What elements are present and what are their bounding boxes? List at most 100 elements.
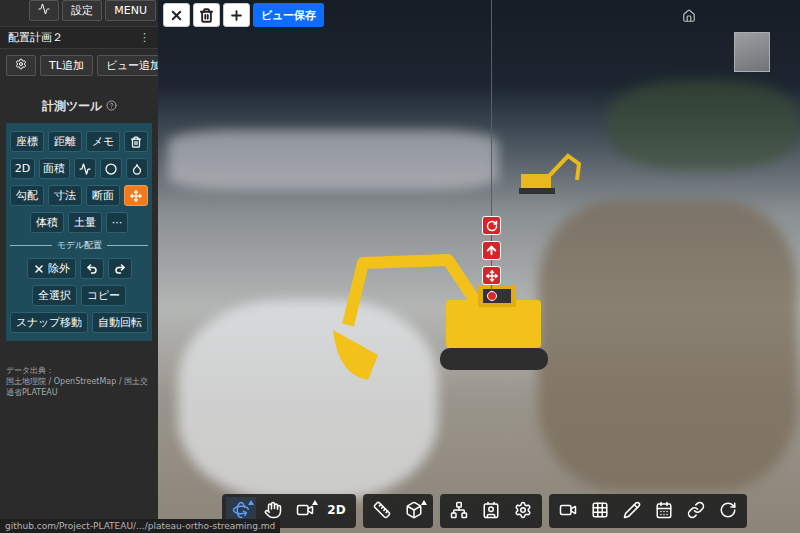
lift-gizmo-button[interactable]: [482, 241, 501, 260]
circle-icon: [105, 163, 117, 175]
toolbar-button[interactable]: [553, 497, 583, 525]
tool-button[interactable]: 面積: [39, 158, 70, 179]
model-row: 除外: [10, 258, 148, 279]
rotate-icon: [486, 220, 498, 232]
scene-bridge: [168, 130, 498, 190]
rotate-gizmo-button[interactable]: [482, 216, 501, 235]
toolbar-button[interactable]: [508, 497, 538, 525]
undo-icon: [86, 263, 98, 275]
chart-icon: [79, 163, 91, 175]
tool-button[interactable]: 2D: [10, 158, 35, 179]
credit: データ出典：国土地理院 / OpenStreetMap / 国土交通省PLATE…: [6, 365, 152, 399]
toolbar-button[interactable]: [585, 497, 615, 525]
top-button[interactable]: 設定: [62, 0, 102, 21]
sidebar: 設定MENU配置計画２⋮TL追加ビュー追加計測ツール座標距離メモ2D面積勾配寸法…: [0, 0, 158, 533]
toolbar-button[interactable]: [617, 497, 647, 525]
refresh-icon: [719, 501, 737, 519]
top-buttons: 設定MENU: [0, 0, 158, 21]
link-icon: [687, 501, 705, 519]
menu-indicator: [248, 500, 254, 505]
tool-button[interactable]: ···: [106, 212, 129, 233]
model-button[interactable]: 全選択: [32, 285, 77, 306]
plan-row[interactable]: 配置計画２ ⋮: [0, 26, 158, 49]
gizmo: [482, 216, 501, 285]
close-button[interactable]: [163, 3, 190, 27]
section-title: 計測ツール: [0, 98, 158, 115]
toolbar-button[interactable]: [713, 497, 743, 525]
tool-button[interactable]: [126, 158, 148, 179]
toolbar-button[interactable]: [367, 497, 397, 525]
menu-indicator: [312, 500, 318, 505]
tool-button[interactable]: [100, 158, 122, 179]
close-icon: [169, 8, 184, 23]
move-gizmo-button[interactable]: [482, 266, 501, 285]
model-button[interactable]: [108, 258, 132, 279]
toolbar-button[interactable]: [399, 497, 429, 525]
model-section: モデル配置: [10, 239, 148, 252]
model-row: スナップ移動自動回転: [10, 312, 148, 333]
help-icon[interactable]: [106, 100, 117, 114]
menu-indicator: [421, 500, 427, 505]
status-url: github.com/Project-PLATEAU/.../plateau-o…: [0, 519, 280, 533]
plan-menu[interactable]: ⋮: [139, 31, 150, 44]
save-view-button[interactable]: ビュー保存: [253, 3, 324, 27]
model-button[interactable]: コピー: [81, 285, 126, 306]
top-toolbar: ビュー保存: [163, 3, 324, 27]
tool-row: 勾配寸法断面: [10, 185, 148, 206]
tool-button[interactable]: 寸法: [48, 185, 82, 206]
toolbar-group: [363, 494, 433, 528]
top-button[interactable]: MENU: [105, 0, 156, 21]
tool-button[interactable]: [74, 158, 96, 179]
tool-button[interactable]: 土量: [68, 212, 102, 233]
model-button[interactable]: スナップ移動: [10, 312, 88, 333]
tool-button[interactable]: 断面: [86, 185, 120, 206]
tool-panel: 座標距離メモ2D面積勾配寸法断面体積土量···モデル配置除外全選択コピースナップ…: [6, 123, 152, 341]
chart-button[interactable]: [29, 0, 59, 21]
tool-button[interactable]: [124, 185, 148, 206]
model-row: 全選択コピー: [10, 285, 148, 306]
trash-icon: [130, 136, 142, 148]
tool-row: 2D面積: [10, 158, 148, 179]
model-button[interactable]: [80, 258, 104, 279]
tool-row: 座標距離メモ: [10, 131, 148, 152]
tool-button[interactable]: [124, 131, 148, 152]
tool-button[interactable]: 勾配: [10, 185, 44, 206]
gear-icon: [15, 58, 27, 73]
gizmo-handle[interactable]: [487, 291, 497, 301]
trash-button[interactable]: [193, 3, 220, 27]
model-button[interactable]: 自動回転: [92, 312, 148, 333]
toolbar-button[interactable]: [476, 497, 506, 525]
redo-icon: [114, 263, 126, 275]
viewport[interactable]: ビュー保存 2D: [158, 0, 800, 533]
tool-button[interactable]: 座標: [10, 131, 44, 152]
droplet-icon: [131, 163, 143, 175]
plus-icon: [229, 8, 244, 23]
network-icon: [450, 501, 468, 519]
toolbar-button[interactable]: [681, 497, 711, 525]
plus-button[interactable]: [223, 3, 250, 27]
tool-button[interactable]: 距離: [48, 131, 82, 152]
excavator-model[interactable]: [513, 150, 583, 200]
nav-cube[interactable]: [734, 32, 770, 72]
tool-button[interactable]: メモ: [86, 131, 120, 152]
grid-icon: [591, 501, 609, 519]
action-button[interactable]: [6, 55, 36, 76]
move-icon: [130, 190, 142, 202]
trash-icon: [199, 8, 214, 23]
toolbar-group: [440, 494, 542, 528]
plan-title: 配置計画２: [8, 30, 63, 45]
toolbar-button[interactable]: [649, 497, 679, 525]
gear-icon: [514, 501, 532, 519]
activity-icon: [38, 3, 50, 18]
home-icon[interactable]: [682, 8, 696, 27]
calendar-icon: [655, 501, 673, 519]
tool-row: 体積土量···: [10, 212, 148, 233]
toolbar-button[interactable]: [290, 497, 320, 525]
action-button[interactable]: TL追加: [40, 55, 93, 76]
toolbar-button[interactable]: [444, 497, 474, 525]
model-button[interactable]: 除外: [27, 258, 76, 279]
arrow-up-icon: [485, 244, 498, 257]
toolbar-button[interactable]: 2D: [322, 497, 352, 525]
excavator-model[interactable]: [328, 245, 568, 395]
tool-button[interactable]: 体積: [30, 212, 64, 233]
